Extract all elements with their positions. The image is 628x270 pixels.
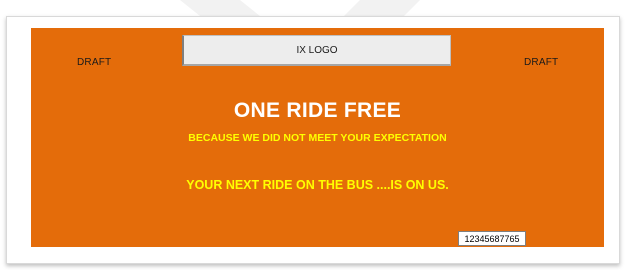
free-ride-ticket: DRAFT IX LOGO DRAFT ONE RIDE FREE BECAUS…: [31, 28, 604, 247]
ticket-card: DRAFT IX LOGO DRAFT ONE RIDE FREE BECAUS…: [6, 16, 620, 264]
serial-number-box: 12345687765: [458, 231, 526, 246]
logo-placeholder: IX LOGO: [182, 35, 451, 66]
reason-text: BECAUSE WE DID NOT MEET YOUR EXPECTATION: [188, 132, 447, 144]
offer-text: YOUR NEXT RIDE ON THE BUS ....IS ON US.: [186, 178, 449, 192]
draft-label-right: DRAFT: [524, 57, 559, 68]
page: DRAFT IX LOGO DRAFT ONE RIDE FREE BECAUS…: [0, 0, 628, 270]
serial-number: 12345687765: [464, 233, 520, 244]
logo-placeholder-text: IX LOGO: [296, 44, 338, 56]
draft-label-left: DRAFT: [77, 57, 112, 68]
headline: ONE RIDE FREE: [233, 99, 402, 122]
